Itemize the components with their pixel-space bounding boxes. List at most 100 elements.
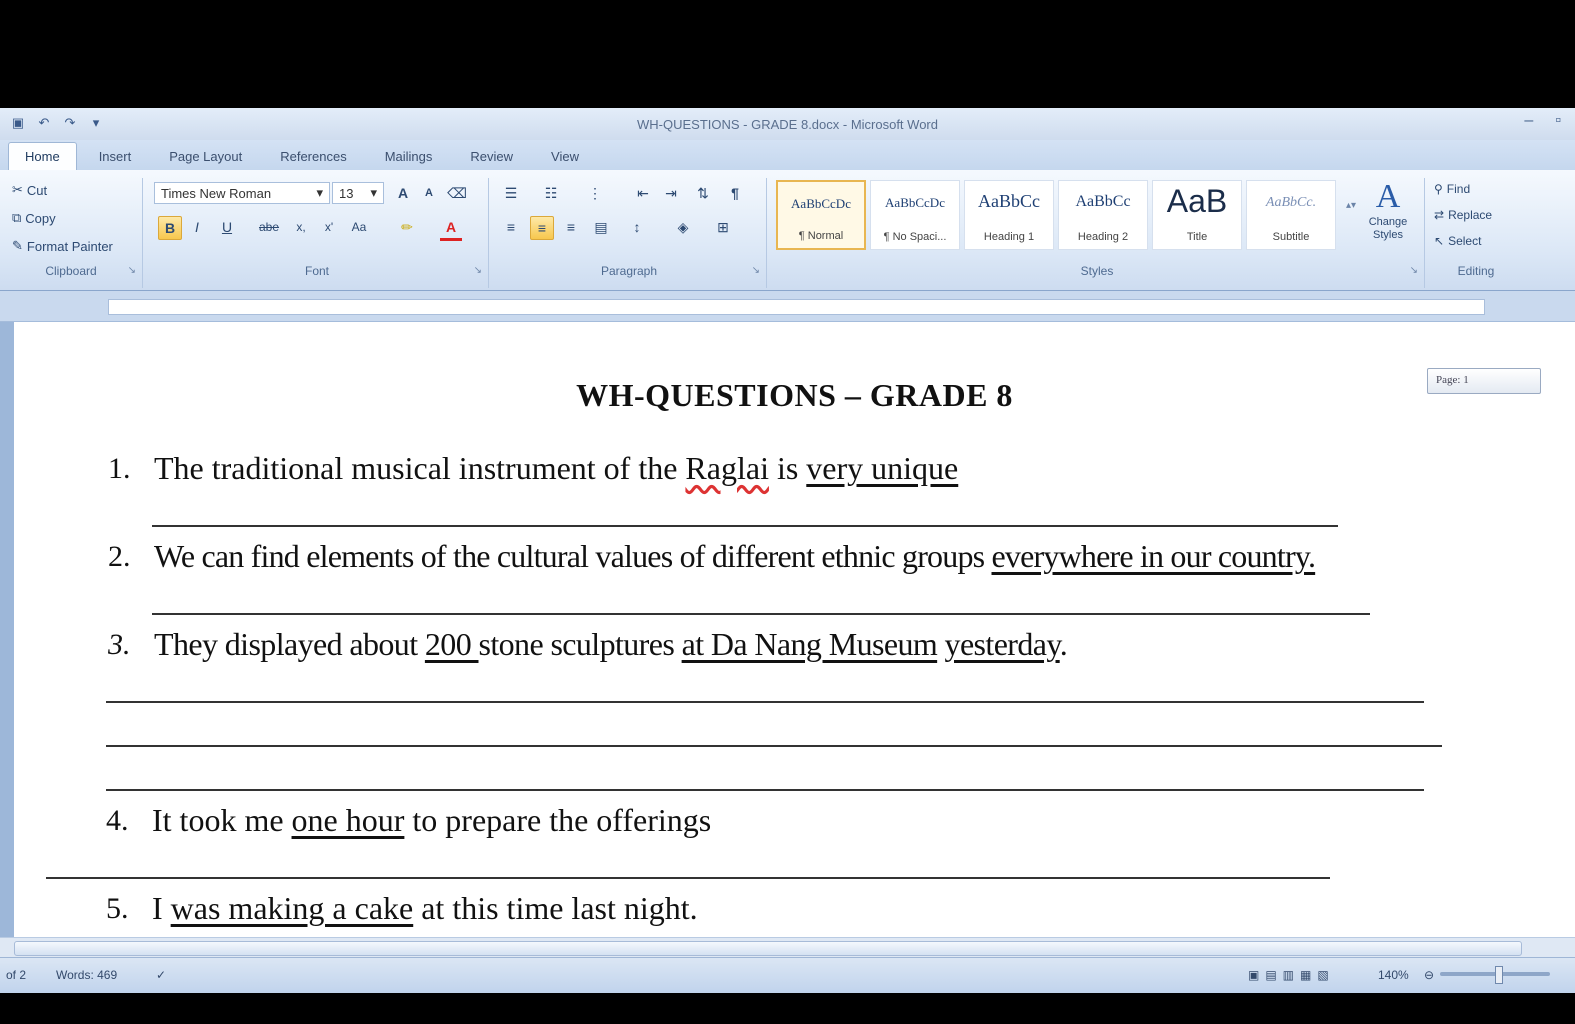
find-button[interactable]: ⚲ Find	[1434, 182, 1470, 196]
question-3-text: They displayed about 200 stone sculpture…	[154, 626, 1068, 662]
scissors-icon: ✂	[12, 182, 23, 197]
tab-references[interactable]: References	[264, 143, 362, 170]
question-2-number: 2.	[108, 540, 131, 573]
style-heading-1[interactable]: AaBbCc Heading 1	[964, 180, 1054, 250]
paintbrush-icon: ✎	[12, 238, 23, 253]
word-window: ▣ ↶ ↷ ▾ WH-QUESTIONS - GRADE 8.docx - Mi…	[0, 108, 1575, 993]
question-4-number: 4.	[106, 804, 129, 837]
document-area: Page: 1 WH-QUESTIONS – GRADE 8 1. The tr…	[0, 322, 1575, 937]
font-launcher-icon[interactable]: ↘	[474, 265, 482, 276]
grow-font-button[interactable]: A	[392, 182, 414, 204]
styles-label: Styles	[1080, 264, 1114, 278]
styles-launcher-icon[interactable]: ↘	[1410, 265, 1418, 276]
copy-icon: ⧉	[12, 210, 22, 225]
ruler-track[interactable]	[108, 299, 1485, 315]
proofing-icon[interactable]: ✓	[156, 968, 166, 982]
question-5-number: 5.	[106, 892, 129, 925]
tab-view[interactable]: View	[535, 143, 595, 170]
change-styles-button[interactable]: A Change Styles	[1360, 178, 1416, 242]
format-painter-button[interactable]: ✎ Format Painter	[12, 238, 113, 254]
cut-button[interactable]: ✂ Cut	[12, 182, 47, 198]
replace-button[interactable]: ⇄ Replace	[1434, 208, 1492, 222]
align-right-icon[interactable]: ≡	[560, 216, 582, 238]
font-group: Times New Roman ▾ 13 ▾ A A ⌫ B I U abe x, …	[146, 178, 489, 288]
zoom-level[interactable]: 140%	[1378, 968, 1409, 982]
style-subtitle[interactable]: AaBbCc. Subtitle	[1246, 180, 1336, 250]
style-title[interactable]: AaB Title	[1152, 180, 1242, 250]
styles-scroll-icon[interactable]: ▴▾	[1340, 194, 1362, 216]
increase-indent-icon[interactable]: ⇥	[660, 182, 682, 204]
question-1-text: The traditional musical instrument of th…	[154, 450, 959, 486]
style-heading-2[interactable]: AaBbCc Heading 2	[1058, 180, 1148, 250]
answer-line-1	[152, 525, 1338, 527]
horizontal-scrollbar[interactable]	[0, 937, 1575, 958]
change-styles-icon: A	[1375, 178, 1401, 215]
style-normal[interactable]: AaBbCcDc ¶ Normal	[776, 180, 866, 250]
shrink-font-button[interactable]: A	[418, 182, 440, 204]
decrease-indent-icon[interactable]: ⇤	[632, 182, 654, 204]
chevron-down-icon: ▾	[316, 185, 323, 200]
bold-button[interactable]: B	[158, 216, 182, 240]
clipboard-launcher-icon[interactable]: ↘	[128, 265, 136, 276]
select-button[interactable]: ↖ Select	[1434, 234, 1481, 248]
style-no-spacing[interactable]: AaBbCcDc ¶ No Spaci...	[870, 180, 960, 250]
strikethrough-button[interactable]: abe	[258, 216, 280, 238]
cursor-icon: ↖	[1434, 234, 1445, 248]
question-5-text: I was making a cake at this time last ni…	[152, 890, 698, 926]
paragraph-group: ☰ ☷ ⋮ ⇤ ⇥ ⇅ ¶ ≡ ≡ ≡ ▤ ↕ ◈ ⊞ Paragraph ↘	[492, 178, 767, 288]
shading-icon[interactable]: ◈	[672, 216, 694, 238]
clear-formatting-icon[interactable]: ⌫	[446, 182, 468, 204]
justify-icon[interactable]: ▤	[590, 216, 612, 238]
change-case-button[interactable]: Aa	[348, 216, 370, 238]
horizontal-scroll-thumb[interactable]	[14, 941, 1522, 956]
tab-insert[interactable]: Insert	[83, 143, 148, 170]
document-page[interactable]: Page: 1 WH-QUESTIONS – GRADE 8 1. The tr…	[14, 322, 1575, 937]
horizontal-ruler[interactable]	[0, 291, 1575, 322]
tab-home[interactable]: Home	[8, 142, 77, 170]
multilevel-list-icon[interactable]: ⋮	[584, 182, 606, 204]
align-center-icon[interactable]: ≡	[530, 216, 554, 240]
font-size-combo[interactable]: 13 ▾	[332, 182, 384, 204]
page-count[interactable]: of 2	[6, 968, 26, 982]
copy-button[interactable]: ⧉ Copy	[12, 210, 56, 226]
underline-button[interactable]: U	[216, 216, 238, 238]
question-3-number: 3.	[108, 628, 131, 661]
word-count[interactable]: Words: 469	[56, 968, 117, 982]
editing-group: ⚲ Find ⇄ Replace ↖ Select Editing	[1428, 178, 1524, 288]
line-spacing-icon[interactable]: ↕	[626, 216, 648, 238]
sort-icon[interactable]: ⇅	[692, 182, 714, 204]
answer-line-3b	[106, 745, 1442, 747]
align-left-icon[interactable]: ≡	[500, 216, 522, 238]
question-4-text: It took me one hour to prepare the offer…	[152, 802, 712, 838]
superscript-button[interactable]: x'	[318, 216, 340, 238]
zoom-slider-thumb[interactable]	[1495, 966, 1503, 984]
bullets-icon[interactable]: ☰	[500, 182, 522, 204]
paragraph-launcher-icon[interactable]: ↘	[752, 265, 760, 276]
zoom-out-icon[interactable]: ⊖	[1424, 968, 1434, 982]
restore-button[interactable]: ▫	[1555, 112, 1561, 130]
document-heading: WH-QUESTIONS – GRADE 8	[576, 377, 1013, 413]
answer-line-3c	[106, 789, 1424, 791]
chevron-down-icon: ▾	[370, 185, 377, 200]
font-color-button[interactable]: A	[440, 216, 462, 241]
tab-mailings[interactable]: Mailings	[369, 143, 449, 170]
show-formatting-button[interactable]: ¶	[724, 182, 746, 204]
minimize-button[interactable]: –	[1524, 112, 1533, 130]
editing-label: Editing	[1457, 264, 1495, 278]
answer-line-2	[152, 613, 1370, 615]
subscript-button[interactable]: x,	[290, 216, 312, 238]
view-buttons-icon[interactable]: ▣▤▥▦▧	[1248, 968, 1335, 982]
question-2-text: We can find elements of the cultural val…	[154, 538, 1316, 574]
highlight-icon[interactable]: ✏	[396, 216, 418, 238]
clipboard-label: Clipboard	[45, 264, 97, 278]
borders-icon[interactable]: ⊞	[712, 216, 734, 238]
tab-review[interactable]: Review	[454, 143, 529, 170]
font-name-combo[interactable]: Times New Roman ▾	[154, 182, 330, 204]
tab-page-layout[interactable]: Page Layout	[153, 143, 258, 170]
styles-group: AaBbCcDc ¶ Normal AaBbCcDc ¶ No Spaci...…	[770, 178, 1425, 288]
clipboard-group: ✂ Cut ⧉ Copy ✎ Format Painter Clipboard ↘	[0, 178, 143, 288]
ribbon: ✂ Cut ⧉ Copy ✎ Format Painter Clipboard ↘ T…	[0, 170, 1575, 291]
italic-button[interactable]: I	[186, 216, 208, 238]
ribbon-tabs: Home Insert Page Layout References Maili…	[0, 140, 1575, 170]
numbering-icon[interactable]: ☷	[540, 182, 562, 204]
